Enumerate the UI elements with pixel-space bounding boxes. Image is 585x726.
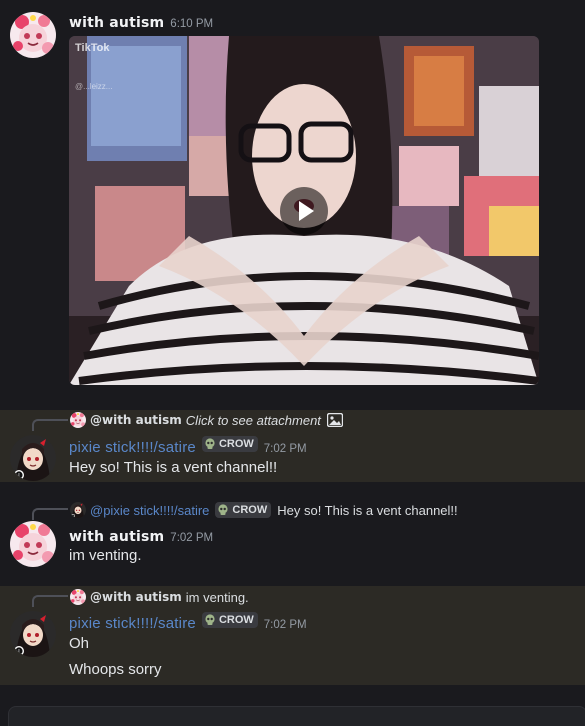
skull-icon — [217, 504, 229, 516]
server-tag: CROW — [215, 502, 272, 518]
reply-text: im venting. — [185, 589, 249, 605]
reply-avatar — [70, 412, 86, 428]
tiktok-logo: TikTok — [75, 42, 110, 54]
message-text: im venting. — [69, 547, 142, 564]
avatar[interactable] — [10, 12, 56, 58]
chat-log: with autism 6:10 PM TikTok @...leizz... … — [0, 0, 585, 726]
message-header: pixie stick!!!!/satire CROW 7:02 PM — [69, 436, 307, 456]
reply-username[interactable]: @with autism — [90, 413, 182, 427]
avatar[interactable] — [10, 611, 56, 657]
image-icon — [326, 413, 343, 427]
tag-label: CROW — [218, 614, 254, 626]
reply-preview[interactable]: @pixie stick!!!!/satire CROW Hey so! Thi… — [70, 502, 458, 518]
avatar[interactable] — [10, 521, 56, 567]
message: @pixie stick!!!!/satire CROW Hey so! Thi… — [0, 499, 585, 575]
server-tag[interactable]: CROW — [201, 612, 258, 628]
timestamp: 7:02 PM — [263, 619, 307, 631]
message: with autism 6:10 PM TikTok @...leizz... — [0, 0, 585, 400]
message-header: pixie stick!!!!/satire CROW 7:02 PM — [69, 612, 307, 632]
reply-text: Click to see attachment — [185, 412, 321, 428]
tag-label: CROW — [218, 438, 254, 450]
tag-label: CROW — [232, 504, 268, 516]
reply-spine — [32, 595, 68, 607]
reply-preview[interactable]: @with autism Click to see attachment — [70, 412, 343, 428]
server-tag[interactable]: CROW — [201, 436, 258, 452]
message-text: Oh — [69, 635, 90, 652]
username[interactable]: with autism — [69, 15, 164, 31]
reply-spine — [32, 419, 68, 431]
reply-preview[interactable]: @with autism im venting. — [70, 589, 249, 605]
username[interactable]: pixie stick!!!!/satire — [69, 439, 196, 456]
timestamp: 7:02 PM — [170, 532, 214, 544]
timestamp: 6:10 PM — [170, 18, 214, 30]
play-icon[interactable] — [280, 187, 328, 235]
avatar[interactable] — [10, 435, 56, 481]
message: @with autism im venting. pixie stick!!!!… — [0, 586, 585, 685]
reply-username[interactable]: @with autism — [90, 590, 182, 604]
message-header: with autism 7:02 PM — [69, 526, 213, 545]
username[interactable]: pixie stick!!!!/satire — [69, 615, 196, 632]
message-text: Hey so! This is a vent channel!! — [69, 459, 278, 476]
reply-username[interactable]: @pixie stick!!!!/satire — [90, 503, 209, 518]
message-input[interactable] — [8, 706, 585, 726]
reply-avatar — [70, 502, 86, 518]
skull-icon — [204, 438, 216, 450]
timestamp: 7:02 PM — [263, 443, 307, 455]
username[interactable]: with autism — [69, 529, 164, 545]
video-attachment[interactable]: TikTok @...leizz... — [69, 36, 539, 385]
tiktok-handle: @...leizz... — [75, 82, 113, 91]
skull-icon — [204, 614, 216, 626]
reply-spine — [32, 508, 68, 520]
message-header: with autism 6:10 PM — [69, 12, 213, 31]
message-text: Whoops sorry — [69, 661, 162, 678]
reply-avatar — [70, 589, 86, 605]
message: @with autism Click to see attachment pix… — [0, 410, 585, 482]
reply-text: Hey so! This is a vent channel!! — [277, 502, 458, 518]
